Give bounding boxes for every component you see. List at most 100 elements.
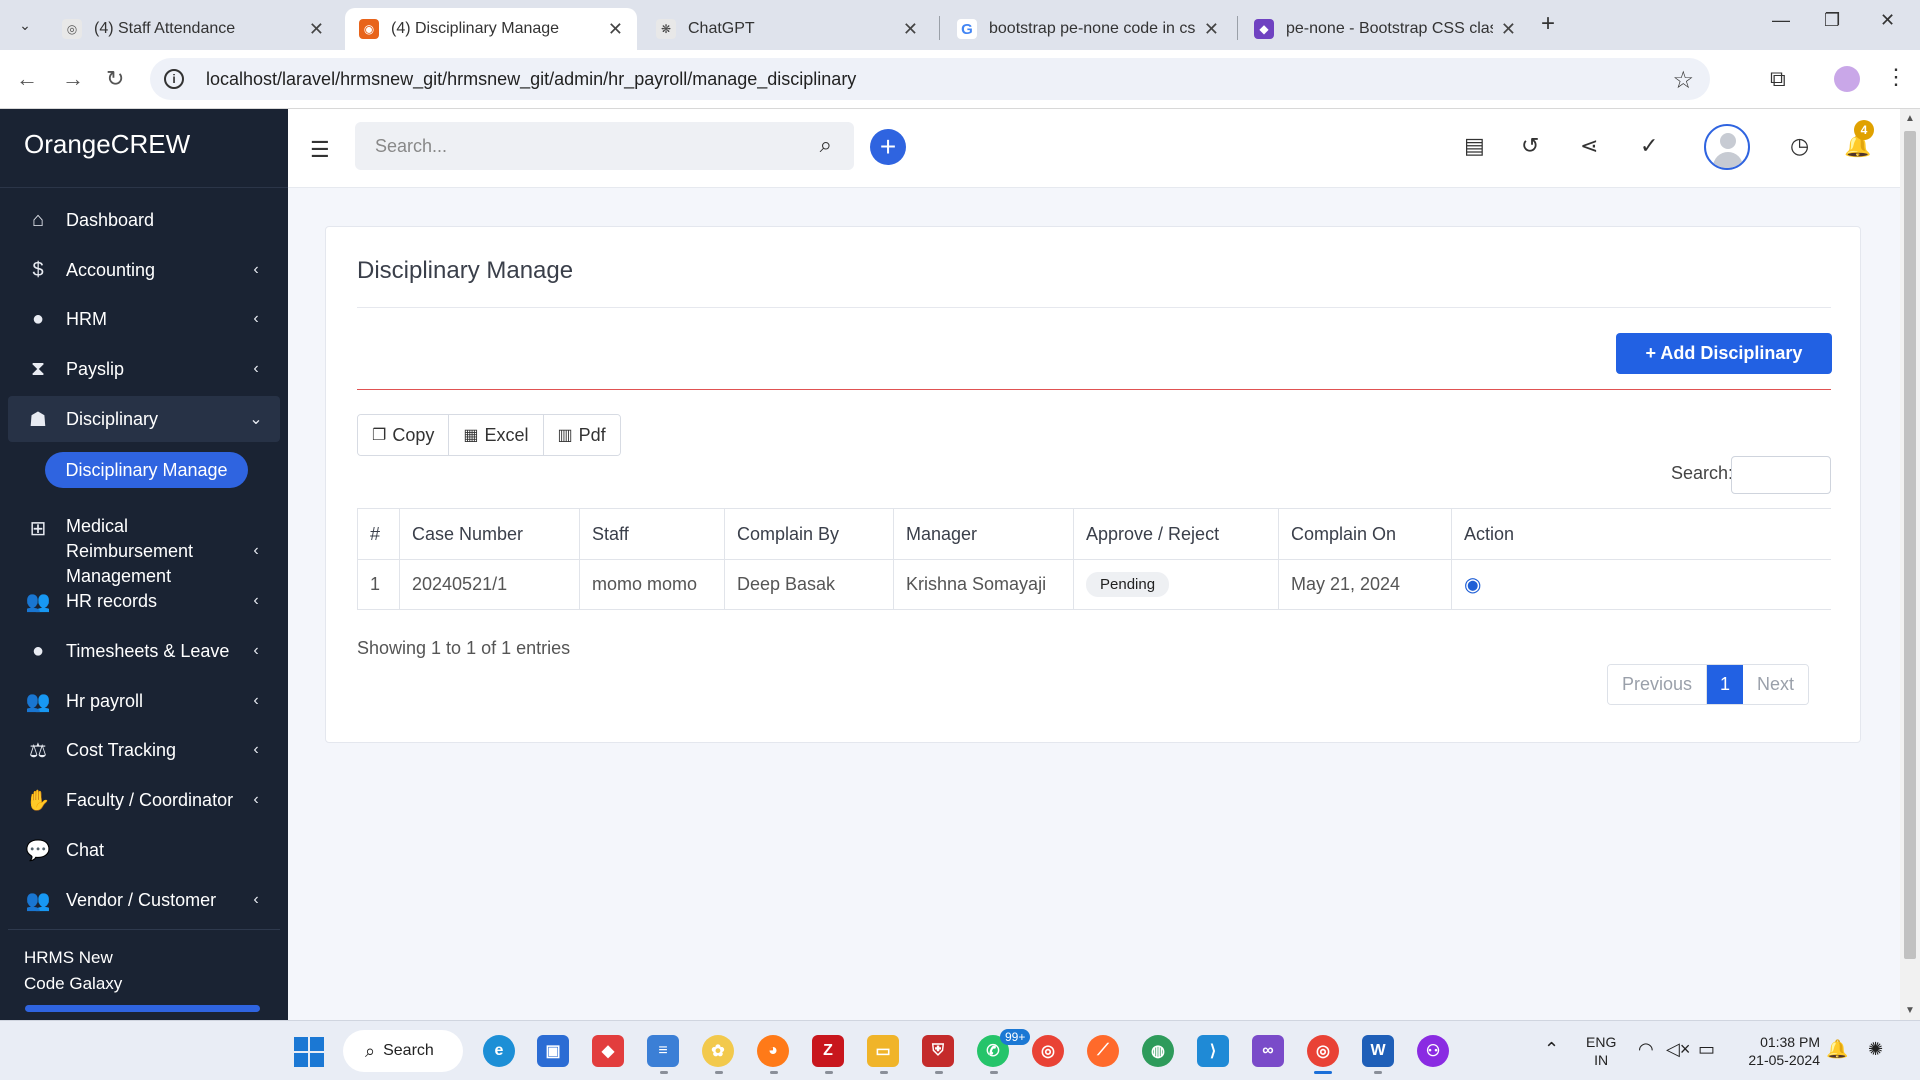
sidebar-item-timesheets-leave[interactable]: ● Timesheets & Leave ‹ [8, 628, 280, 674]
column-header-manager[interactable]: Manager [893, 508, 1074, 560]
language-indicator[interactable]: ENG IN [1586, 1033, 1616, 1069]
taskbar-search[interactable]: ⌕ Search [343, 1030, 463, 1072]
browser-menu-icon[interactable]: ⋮ [1885, 64, 1907, 90]
scroll-down-icon[interactable]: ▼ [1905, 1005, 1915, 1016]
scroll-up-icon[interactable]: ▲ [1905, 113, 1915, 124]
notepad-icon[interactable]: ≡ [647, 1035, 679, 1067]
file-explorer-icon[interactable]: ▭ [867, 1035, 899, 1067]
page-scrollbar[interactable]: ▲ ▼ [1900, 109, 1920, 1020]
search-icon[interactable]: ⌕ [820, 132, 832, 158]
column-header-case-number[interactable]: Case Number [399, 508, 580, 560]
close-window-icon[interactable]: ✕ [1880, 10, 1895, 31]
sidebar-item-disciplinary[interactable]: ☗ Disciplinary ⌄ [8, 396, 280, 442]
global-search[interactable]: ⌕ [355, 122, 854, 170]
profile-avatar-icon[interactable] [1834, 66, 1860, 92]
sidebar-item-faculty-coordinator[interactable]: ✋ Faculty / Coordinator ‹ [8, 777, 280, 823]
extensions-icon[interactable]: ⧉ [1770, 66, 1786, 92]
url-text[interactable]: localhost/laravel/hrmsnew_git/hrmsnew_gi… [206, 69, 856, 90]
sidebar-item-vendor-customer[interactable]: 👥 Vendor / Customer ‹ [8, 877, 280, 923]
add-disciplinary-button[interactable]: + Add Disciplinary [1616, 333, 1832, 374]
sidebar-item-payslip[interactable]: ⧗ Payslip ‹ [8, 346, 280, 392]
reload-icon[interactable]: ↻ [106, 66, 124, 92]
sidebar-item-accounting[interactable]: $ Accounting ‹ [8, 247, 280, 293]
filezilla-icon[interactable]: Z [812, 1035, 844, 1067]
browser-tab-google-search[interactable]: G bootstrap pe-none code in css ✕ [943, 8, 1233, 50]
excel-button[interactable]: ▦ Excel [449, 415, 544, 455]
column-header-number[interactable]: # [357, 508, 400, 560]
sidebar-item-hr-records[interactable]: 👥 HR records ‹ [8, 578, 280, 624]
scrollbar-thumb[interactable] [1904, 131, 1916, 959]
edge-icon[interactable]: e [483, 1035, 515, 1067]
copilot-icon[interactable]: ✺ [1868, 1039, 1883, 1060]
search-input[interactable] [375, 135, 775, 157]
anydesk-icon[interactable]: ◆ [592, 1035, 624, 1067]
sidebar-item-hrm[interactable]: ● HRM ‹ [8, 296, 280, 342]
table-search-input[interactable] [1731, 456, 1831, 494]
compass-app-icon[interactable]: ⟋ [1087, 1035, 1119, 1067]
column-header-complain-on[interactable]: Complain On [1278, 508, 1452, 560]
browser-tab-disciplinary-manage[interactable]: ◉ (4) Disciplinary Manage ✕ [345, 8, 637, 50]
column-header-complain-by[interactable]: Complain By [724, 508, 894, 560]
browser-tab-staff-attendance[interactable]: ◎ (4) Staff Attendance ✕ [48, 8, 338, 50]
pagination-page-1[interactable]: 1 [1707, 665, 1744, 704]
close-icon[interactable]: ✕ [1501, 19, 1516, 40]
share-icon[interactable]: ⋖ [1580, 133, 1598, 159]
user-avatar[interactable] [1704, 124, 1750, 170]
tray-overflow-icon[interactable]: ⌃ [1544, 1039, 1559, 1060]
chrome-profile-icon[interactable]: ◎ [1032, 1035, 1064, 1067]
windows-start-icon[interactable] [294, 1037, 324, 1067]
word-icon[interactable]: W [1362, 1035, 1394, 1067]
browser-tab-bootstrap-class[interactable]: ◆ pe-none - Bootstrap CSS class ✕ [1240, 8, 1530, 50]
new-tab-button[interactable]: + [1541, 10, 1555, 38]
pdf-button[interactable]: ▥ Pdf [543, 415, 620, 455]
menu-toggle-icon[interactable]: ☰ [310, 137, 330, 163]
pagination-previous[interactable]: Previous [1608, 665, 1708, 704]
sidebar-subitem-disciplinary-manage[interactable]: Disciplinary Manage [45, 452, 248, 488]
back-icon[interactable]: ← [16, 66, 38, 92]
history-icon[interactable]: ↺ [1521, 133, 1539, 159]
sidebar-item-hr-payroll[interactable]: 👥 Hr payroll ‹ [8, 678, 280, 724]
site-info-icon[interactable]: i [164, 69, 184, 89]
shield-app-icon[interactable]: ⛨ [922, 1035, 954, 1067]
tab-search-button[interactable]: ⌄ [10, 10, 40, 40]
notification-bell-icon[interactable]: 🔔 [1826, 1039, 1848, 1060]
column-header-approve-reject[interactable]: Approve / Reject [1073, 508, 1279, 560]
globe-app-icon[interactable]: ◍ [1142, 1035, 1174, 1067]
minimize-icon[interactable]: — [1772, 10, 1790, 31]
pagination-next[interactable]: Next [1743, 665, 1809, 704]
column-header-staff[interactable]: Staff [579, 508, 725, 560]
check-icon[interactable]: ✓ [1640, 133, 1658, 159]
sidebar-item-medical-reimbursement[interactable]: ⊞ Medical Reimbursement Management ‹ [8, 510, 280, 586]
brand-logo[interactable]: OrangeCREW [24, 129, 190, 160]
browser-tab-chatgpt[interactable]: ❋ ChatGPT ✕ [642, 8, 932, 50]
meeting-app-icon[interactable]: ⚇ [1417, 1035, 1449, 1067]
close-icon[interactable]: ✕ [903, 19, 918, 40]
sidebar-item-dashboard[interactable]: ⌂ Dashboard [8, 197, 280, 243]
close-icon[interactable]: ✕ [1204, 19, 1219, 40]
visual-studio-icon[interactable]: ∞ [1252, 1035, 1284, 1067]
wifi-icon[interactable]: ◠ [1638, 1039, 1654, 1060]
restore-icon[interactable]: ❐ [1824, 10, 1840, 31]
firefox-icon[interactable]: ◕ [757, 1035, 789, 1067]
quick-add-button[interactable]: + [870, 129, 906, 165]
sidebar-item-chat[interactable]: 💬 Chat [8, 827, 280, 873]
id-card-icon[interactable]: ▤ [1464, 133, 1485, 159]
search-icon: ⌕ [365, 1040, 376, 1061]
close-icon[interactable]: ✕ [309, 19, 324, 40]
forward-icon[interactable]: → [62, 66, 84, 92]
volume-muted-icon[interactable]: ◁× [1666, 1039, 1690, 1060]
copy-button[interactable]: ❐ Copy [358, 415, 450, 455]
view-eye-icon[interactable]: ◉ [1464, 574, 1481, 596]
url-omnibox[interactable]: i localhost/laravel/hrmsnew_git/hrmsnew_… [150, 58, 1710, 100]
battery-icon[interactable]: ▭ [1698, 1039, 1715, 1060]
chrome-icon[interactable]: ◎ [1307, 1035, 1339, 1067]
sticky-app-icon[interactable]: ✿ [702, 1035, 734, 1067]
clock[interactable]: 01:38 PM 21-05-2024 [1734, 1033, 1820, 1069]
bookmark-star-icon[interactable]: ☆ [1672, 66, 1694, 95]
sidebar-item-cost-tracking[interactable]: ⚖ Cost Tracking ‹ [8, 727, 280, 773]
chevron-left-icon: ‹ [253, 642, 259, 659]
clock-icon[interactable]: ◷ [1790, 133, 1809, 159]
vscode-icon[interactable]: ⟩ [1197, 1035, 1229, 1067]
close-icon[interactable]: ✕ [608, 19, 623, 40]
store-icon[interactable]: ▣ [537, 1035, 569, 1067]
